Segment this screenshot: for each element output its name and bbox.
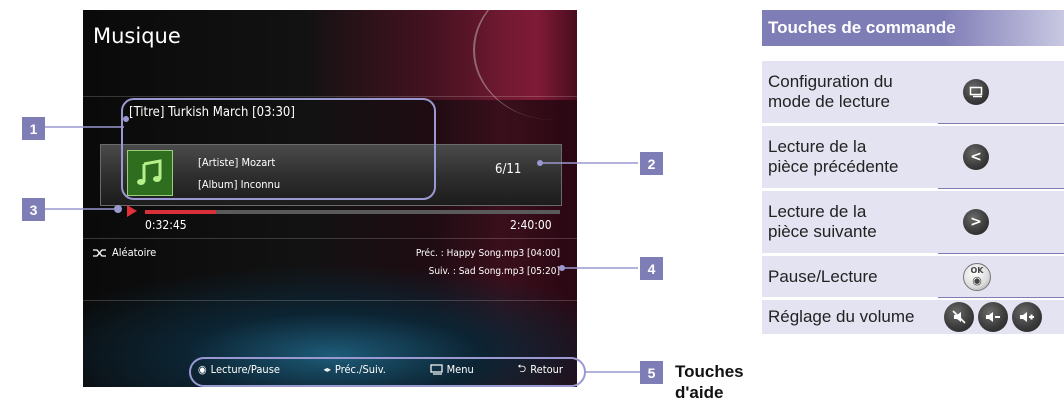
control-label: Lecture de la pièce suivante [762,202,944,242]
help-bar: ◉ Lecture/Pause ◂▸ Préc./Suiv. Menu ⮌ Re… [198,360,563,379]
callout-1: 1 [22,117,45,140]
help-keys-label-line1: Touches [675,362,744,381]
control-row-next: Lecture de la pièce suivante > [762,191,1064,253]
volume-down-icon[interactable] [978,302,1008,332]
callout-2: 2 [640,152,663,175]
mute-icon[interactable] [944,302,974,332]
chevron-right-icon[interactable]: > [963,209,989,235]
artist-label: [Artiste] Mozart [198,156,276,169]
control-icon-cell: < [944,144,1064,170]
shuffle-icon [93,248,106,257]
callout-4: 4 [640,257,663,280]
control-label-line1: Configuration du [768,72,893,91]
control-icon-cell: OK ◉ [944,262,1064,291]
ok-dot-icon: ◉ [972,274,982,287]
help-menu-label: Menu [446,363,474,376]
callout-3: 3 [22,198,45,221]
divider [83,96,577,97]
ok-button-icon: ◉ [198,363,207,376]
screen-title: Musique [93,24,181,48]
music-player-screen: Musique [Titre] Turkish March [03:30] [A… [83,10,577,387]
help-return-label: Retour [530,363,563,376]
volume-up-icon[interactable] [1012,302,1042,332]
control-row-volume: Réglage du volume [762,300,1064,334]
previous-track-info: Préc. : Happy Song.mp3 [04:00] [415,248,560,259]
help-keys-label-line2: d'aide [675,383,724,402]
control-row-previous: Lecture de la pièce précédente < [762,126,1064,188]
control-label: Configuration du mode de lecture [762,72,944,112]
control-icon-cell: > [944,209,1064,235]
track-title: [Titre] Turkish March [03:30] [129,105,295,120]
control-row-pause-play: Pause/Lecture OK ◉ [762,256,1064,297]
row-divider [938,297,1064,298]
menu-icon [429,364,443,375]
divider [83,238,577,239]
control-icon-cell [936,302,1064,332]
help-prev-next[interactable]: ◂▸ Préc./Suiv. [324,363,386,376]
chevron-left-icon[interactable]: < [963,144,989,170]
track-count: 6/11 [495,162,522,177]
control-row-playback-mode: Configuration du mode de lecture [762,61,1064,123]
callout-5: 5 [640,361,663,384]
control-label-line2: pièce précédente [768,157,899,176]
control-label-line1: Lecture de la [768,202,867,221]
return-icon: ⮌ [517,362,527,375]
control-label-line1: Lecture de la [768,137,867,156]
decorative-arc [473,10,577,120]
control-keys-table: Configuration du mode de lecture Lecture… [762,61,1064,353]
left-right-arrows-icon: ◂▸ [323,365,331,374]
control-label: Réglage du volume [768,307,915,326]
help-prev-next-label: Préc./Suiv. [334,363,386,376]
help-play-pause-label: Lecture/Pause [210,363,280,376]
play-position-marker [127,205,137,217]
help-keys-label: Touches d'aide [675,361,744,403]
elapsed-time: 0:32:45 [145,218,187,232]
help-return[interactable]: ⮌ Retour [517,360,563,379]
help-play-pause[interactable]: ◉ Lecture/Pause [198,363,280,376]
total-time: 2:40:00 [510,218,552,232]
progress-fill [145,210,216,214]
control-label: Lecture de la pièce précédente [762,137,944,177]
shuffle-mode: Aléatoire [93,246,156,259]
ok-icon[interactable]: OK ◉ [963,262,991,291]
control-icon-cell [944,79,1064,105]
album-label: [Album] Inconnu [198,178,281,191]
control-label-line2: pièce suivante [768,222,877,241]
control-keys-header: Touches de commande [762,10,1064,46]
row-divider [938,253,1064,254]
row-divider [938,123,1064,124]
shuffle-label: Aléatoire [112,246,157,259]
control-label: Pause/Lecture [768,266,878,286]
album-art [127,150,173,196]
menu-icon[interactable] [963,79,989,105]
row-divider [938,188,1064,189]
next-track-info: Suiv. : Sad Song.mp3 [05:20] [428,266,560,277]
help-menu[interactable]: Menu [429,363,474,376]
control-label-line2: mode de lecture [768,92,890,111]
music-note-icon [137,159,162,185]
divider [83,300,577,301]
